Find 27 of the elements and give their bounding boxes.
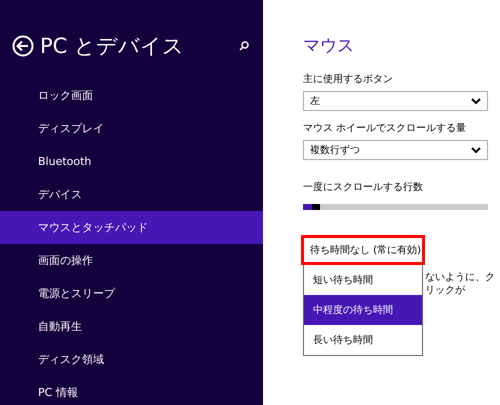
sidebar-item[interactable]: デバイス xyxy=(0,178,263,211)
chevron-down-icon xyxy=(471,98,481,104)
back-icon[interactable] xyxy=(12,35,34,57)
sidebar-item[interactable]: ディスプレイ xyxy=(0,112,263,145)
sidebar-title: PC とデバイス xyxy=(40,33,186,60)
sidebar-item[interactable]: ロック画面 xyxy=(0,79,263,112)
page-title: マウス xyxy=(303,35,355,58)
setting-label: 主に使用するボタン xyxy=(303,72,394,86)
setting-label: マウス ホイールでスクロールする量 xyxy=(303,122,468,135)
chevron-down-icon xyxy=(471,147,481,153)
setting-description: ないように、クリックが xyxy=(425,271,496,297)
dropdown-field[interactable]: 左 xyxy=(303,91,488,111)
slider-track[interactable] xyxy=(303,204,488,210)
setting-label: 一度にスクロールする行数 xyxy=(303,180,424,194)
sidebar-item[interactable]: マウスとタッチパッド xyxy=(0,211,263,244)
slider-fill[interactable] xyxy=(303,204,312,210)
search-icon[interactable] xyxy=(239,41,249,51)
dropdown-option[interactable]: 待ち時間なし (常に有効) xyxy=(301,235,425,265)
sidebar-item[interactable]: 自動再生 xyxy=(0,310,263,343)
sidebar-item[interactable]: 画面の操作 xyxy=(0,244,263,277)
dropdown-option[interactable]: 中程度の待ち時間 xyxy=(304,295,422,325)
slider-thumb[interactable] xyxy=(312,204,320,210)
sidebar-item[interactable]: Bluetooth xyxy=(0,145,263,178)
sidebar-item[interactable]: ディスク領域 xyxy=(0,343,263,376)
sidebar-item[interactable]: 電源とスリープ xyxy=(0,277,263,310)
dropdown-field[interactable]: 複数行ずつ xyxy=(303,140,488,160)
sidebar-item[interactable]: PC 情報 xyxy=(0,376,263,405)
